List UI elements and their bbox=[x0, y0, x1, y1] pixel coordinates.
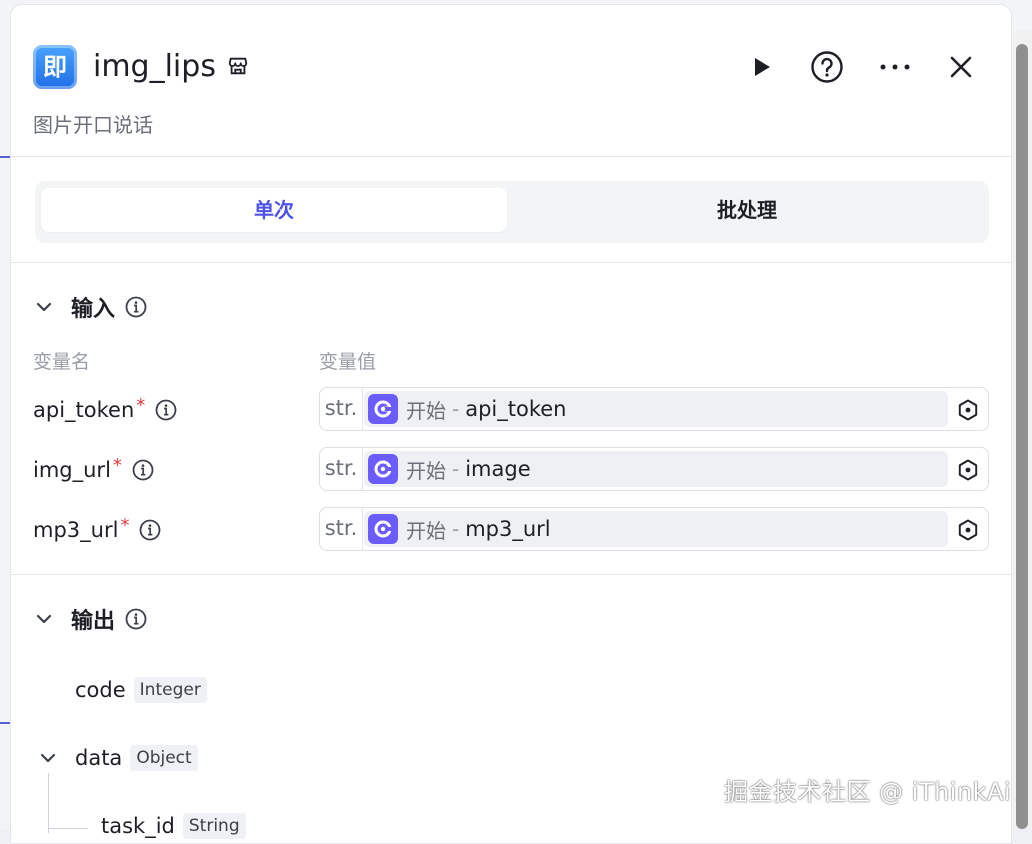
input-row: img_url * str. 开始 - image bbox=[11, 447, 1011, 493]
run-mode-tabs: 单次 批处理 bbox=[35, 181, 989, 243]
chevron-down-icon[interactable] bbox=[37, 747, 59, 769]
variable-settings-icon[interactable] bbox=[956, 518, 980, 542]
variable-reference-field[interactable]: str. 开始 - mp3_url bbox=[319, 507, 989, 551]
type-badge: Object bbox=[130, 745, 198, 771]
close-icon bbox=[950, 56, 972, 78]
tree-connector bbox=[48, 773, 49, 833]
variable-reference-chip[interactable]: 开始 - mp3_url bbox=[364, 511, 948, 547]
variable-settings-icon[interactable] bbox=[956, 458, 980, 482]
output-field-code: code Integer bbox=[75, 677, 207, 703]
chevron-down-icon[interactable] bbox=[33, 296, 55, 318]
variable-reference-chip[interactable]: 开始 - image bbox=[364, 451, 948, 487]
variable-settings-icon[interactable] bbox=[956, 398, 980, 422]
play-icon bbox=[755, 58, 770, 76]
node-description: 图片开口说话 bbox=[33, 113, 153, 137]
column-header-value: 变量值 bbox=[319, 351, 377, 373]
variable-reference-field[interactable]: str. 开始 - image bbox=[319, 447, 989, 491]
tab-single[interactable]: 单次 bbox=[41, 188, 507, 232]
help-button[interactable] bbox=[809, 49, 845, 85]
required-mark: * bbox=[112, 455, 122, 476]
info-icon[interactable] bbox=[125, 608, 147, 630]
type-tag: str. bbox=[320, 388, 363, 430]
input-section-title: 输入 bbox=[71, 297, 116, 322]
panel-header: 即 img_lips 图片开口说话 bbox=[11, 5, 1011, 157]
run-button[interactable] bbox=[743, 49, 779, 85]
start-node-icon bbox=[368, 394, 398, 424]
section-divider bbox=[11, 574, 1011, 575]
type-badge: String bbox=[182, 813, 246, 839]
node-detail-panel: 即 img_lips 图片开口说话 单次 批处理 输入 变量名 变量值 api_… bbox=[10, 4, 1012, 844]
type-badge: Integer bbox=[133, 677, 207, 703]
close-button[interactable] bbox=[943, 49, 979, 85]
output-section-header[interactable]: 输出 bbox=[33, 601, 147, 637]
start-node-icon bbox=[368, 514, 398, 544]
tab-batch[interactable]: 批处理 bbox=[511, 188, 983, 232]
type-tag: str. bbox=[320, 508, 363, 550]
info-icon[interactable] bbox=[125, 296, 147, 318]
input-row: mp3_url * str. 开始 - mp3_url bbox=[11, 507, 1011, 553]
info-icon[interactable] bbox=[132, 459, 154, 481]
input-row: api_token * str. 开始 - api_token bbox=[11, 387, 1011, 433]
input-var-name: api_token * bbox=[33, 387, 177, 433]
chevron-down-icon[interactable] bbox=[33, 608, 55, 630]
plugin-logo-icon: 即 bbox=[33, 45, 77, 89]
variable-reference-field[interactable]: str. 开始 - api_token bbox=[319, 387, 989, 431]
type-tag: str. bbox=[320, 448, 363, 490]
store-icon[interactable] bbox=[227, 55, 249, 77]
variable-reference-chip[interactable]: 开始 - api_token bbox=[364, 391, 948, 427]
scrollbar-thumb[interactable] bbox=[1016, 44, 1028, 829]
more-button[interactable] bbox=[877, 49, 913, 85]
output-section-title: 输出 bbox=[71, 609, 116, 634]
info-icon[interactable] bbox=[155, 399, 177, 421]
header-divider bbox=[11, 156, 1011, 157]
output-field-task-id: task_id String bbox=[101, 813, 246, 839]
canvas-connector-line bbox=[0, 722, 10, 724]
help-icon bbox=[811, 51, 843, 83]
tabs-divider bbox=[11, 262, 1011, 263]
node-title[interactable]: img_lips bbox=[93, 45, 216, 89]
required-mark: * bbox=[120, 515, 130, 536]
column-header-name: 变量名 bbox=[33, 351, 91, 373]
more-horizontal-icon bbox=[880, 64, 910, 70]
watermark: 掘金技术社区 @ iThinkAi bbox=[724, 778, 1012, 806]
canvas-connector-line bbox=[0, 156, 10, 158]
info-icon[interactable] bbox=[139, 519, 161, 541]
required-mark: * bbox=[136, 395, 146, 416]
input-var-name: mp3_url * bbox=[33, 507, 161, 553]
input-section-header[interactable]: 输入 bbox=[33, 289, 147, 325]
output-field-data: data Object bbox=[37, 745, 198, 771]
start-node-icon bbox=[368, 454, 398, 484]
input-var-name: img_url * bbox=[33, 447, 154, 493]
